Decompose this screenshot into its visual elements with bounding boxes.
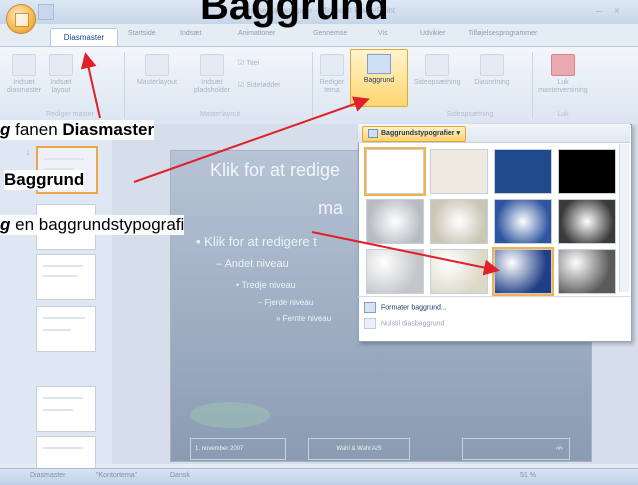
callout-arrows: [80, 52, 500, 276]
arrow-to-diasmaster-tab: [80, 52, 101, 119]
arrow-to-baggrund-button: [133, 96, 370, 183]
arrow-to-background-style: [311, 231, 500, 276]
